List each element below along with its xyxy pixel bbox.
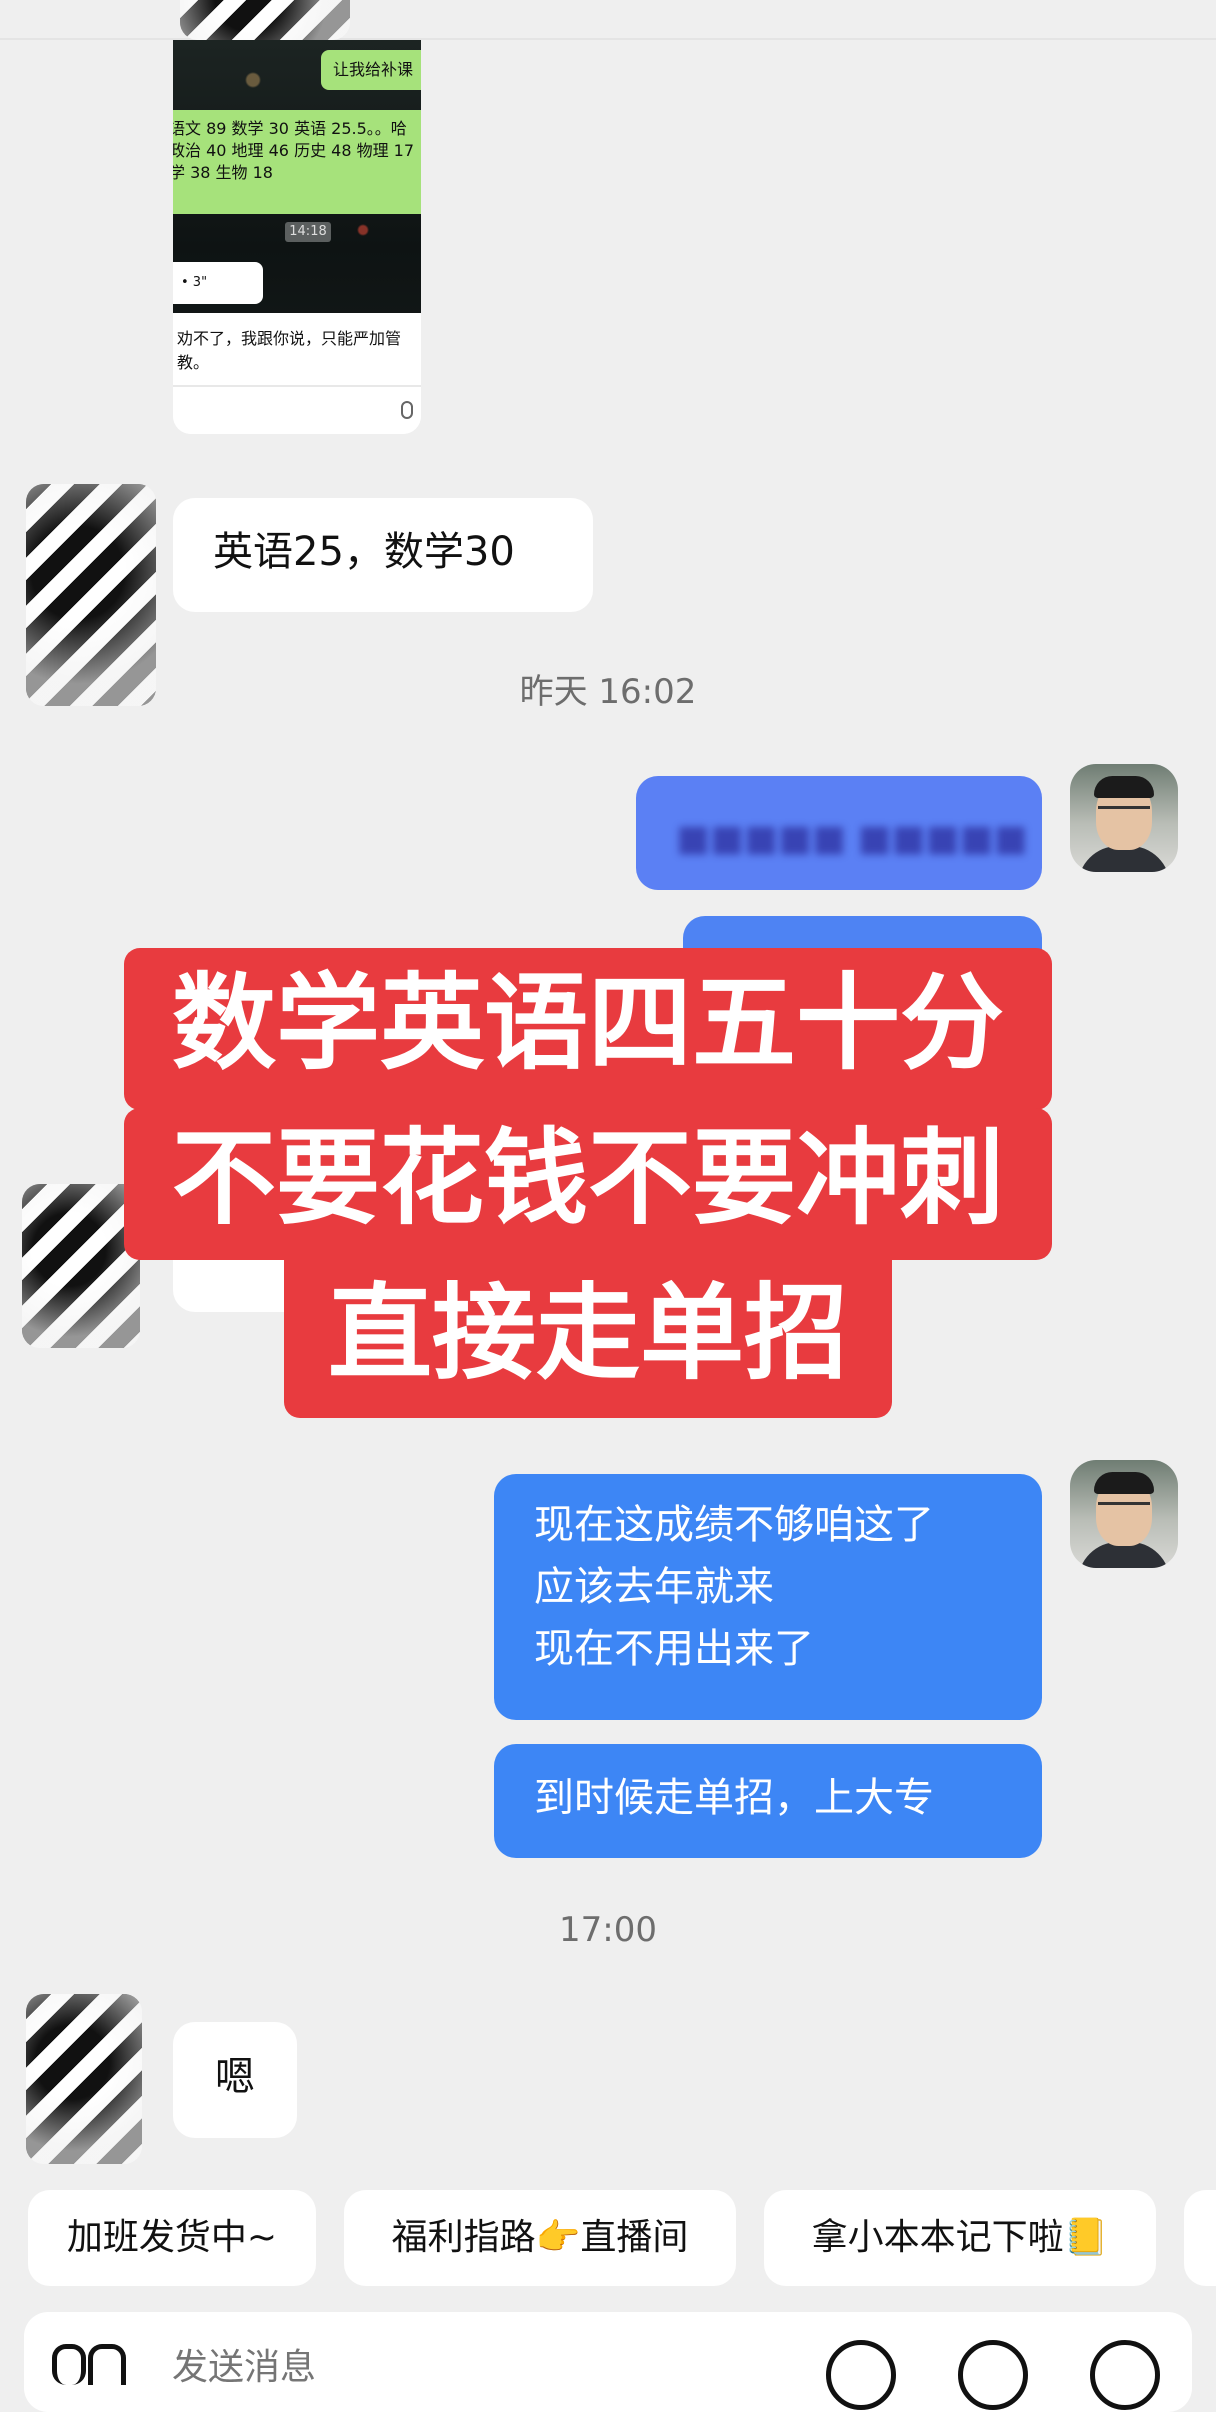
message-bubble-sent[interactable]: ■■■■■ ■■■■■ bbox=[636, 776, 1042, 890]
screenshot-score-bubble: 语文 89 数学 30 英语 25.5。。哈 政治 40 地理 46 历史 48… bbox=[173, 110, 421, 214]
message-text: 到时候走单招，上大专 bbox=[534, 1775, 934, 1821]
my-avatar[interactable] bbox=[1070, 1460, 1178, 1568]
message-line: 现在这成绩不够咱这了 bbox=[534, 1502, 934, 1548]
message-input[interactable] bbox=[170, 2326, 694, 2408]
caption-line: 直接走单招 bbox=[284, 1258, 892, 1418]
blurred-message-text: ■■■■■ ■■■■■ bbox=[676, 818, 1028, 859]
score-line: 政治 40 地理 46 历史 48 物理 17 bbox=[173, 141, 415, 160]
screenshot-time: 14:18 bbox=[285, 222, 331, 242]
quick-reply-chip-partial[interactable] bbox=[1184, 2190, 1216, 2286]
screenshot-input-bar bbox=[173, 385, 421, 434]
reply-line: 劝不了，我跟你说，只能严加管 bbox=[177, 329, 402, 348]
score-line: 语文 89 数学 30 英语 25.5。。哈 bbox=[173, 119, 407, 138]
emoji-icon[interactable] bbox=[826, 2340, 896, 2410]
message-bubble-received[interactable]: 英语25，数学30 bbox=[173, 498, 593, 612]
timestamp: 昨天 16:02 bbox=[519, 672, 697, 712]
reply-line: 教。 bbox=[177, 353, 210, 372]
quick-reply-chip[interactable]: 加班发货中~ bbox=[28, 2190, 316, 2286]
screenshot-bubble-top: 让我给补课 bbox=[321, 50, 421, 90]
message-bubble-sent[interactable]: 现在这成绩不够咱这了 应该去年就来 现在不用出来了 bbox=[494, 1474, 1042, 1720]
contact-avatar[interactable] bbox=[26, 484, 156, 706]
message-line: 现在不用出来了 bbox=[534, 1626, 814, 1672]
score-line: 学 38 生物 18 bbox=[173, 163, 273, 182]
quick-reply-chip[interactable]: 拿小本本记下啦📒 bbox=[764, 2190, 1156, 2286]
more-icon[interactable] bbox=[958, 2340, 1028, 2410]
timestamp: 17:00 bbox=[559, 1910, 657, 1950]
message-line: 应该去年就来 bbox=[534, 1564, 774, 1610]
quick-reply-chip[interactable]: 福利指路👉直播间 bbox=[344, 2190, 736, 2286]
message-bubble-sent[interactable]: 到时候走单招，上大专 bbox=[494, 1744, 1042, 1858]
message-bubble-received[interactable]: 嗯 bbox=[173, 2022, 297, 2138]
contact-avatar[interactable] bbox=[180, 0, 350, 40]
add-icon[interactable] bbox=[1090, 2340, 1160, 2410]
caption-line: 数学英语四五十分 bbox=[124, 948, 1052, 1110]
my-avatar[interactable] bbox=[1070, 764, 1178, 872]
caption-line: 不要花钱不要冲刺 bbox=[124, 1108, 1052, 1260]
contact-avatar[interactable] bbox=[26, 1994, 142, 2164]
voice-icon[interactable] bbox=[52, 2344, 86, 2385]
message-text: 英语25，数学30 bbox=[213, 529, 515, 575]
forwarded-screenshot-image[interactable]: 让我给补课 语文 89 数学 30 英语 25.5。。哈 政治 40 地理 46… bbox=[173, 40, 421, 434]
contact-avatar[interactable] bbox=[22, 1184, 140, 1348]
mic-icon bbox=[401, 401, 413, 419]
screenshot-voice-bubble: • 3" bbox=[173, 262, 263, 304]
voice-icon-part bbox=[88, 2344, 126, 2385]
message-text: 嗯 bbox=[215, 2054, 255, 2100]
